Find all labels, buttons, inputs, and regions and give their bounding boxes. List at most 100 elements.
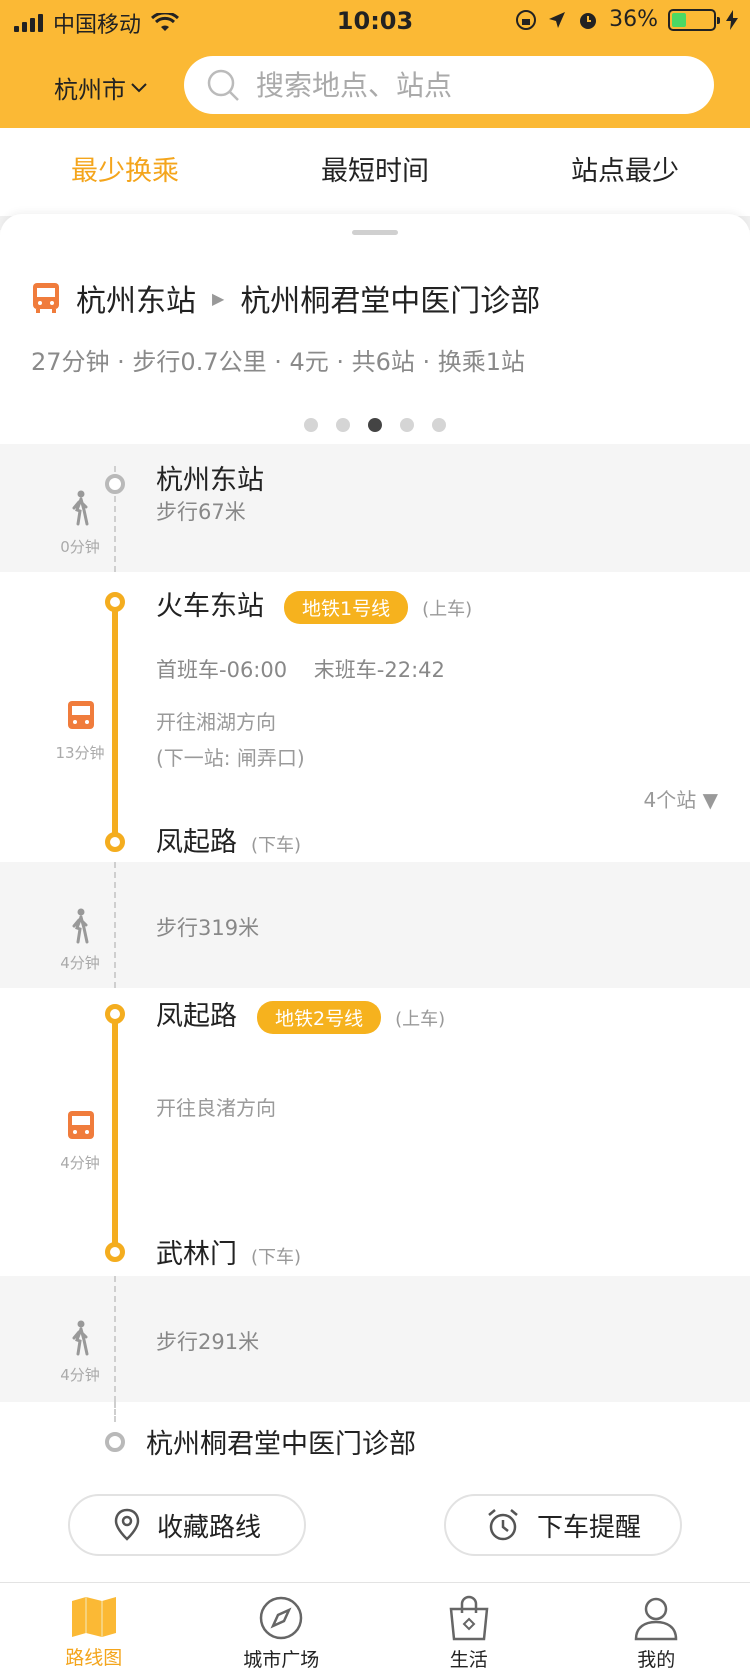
walk-distance: 步行67米 xyxy=(156,500,246,524)
board-note: (上车) xyxy=(395,1008,446,1030)
board-note: (上车) xyxy=(422,598,473,620)
bus-icon xyxy=(33,283,59,313)
nav-city-square[interactable]: 城市广场 xyxy=(188,1583,376,1680)
page-dot[interactable] xyxy=(400,418,414,432)
chevron-down-icon xyxy=(131,82,147,92)
walk-icon xyxy=(72,1320,89,1356)
metro-icon xyxy=(68,1111,94,1139)
alarm-icon xyxy=(580,12,597,29)
walk-icon xyxy=(72,908,89,944)
alight-note: (下车) xyxy=(251,1246,302,1268)
metro-segment-2: 凤起路 地铁2号线 (上车) 开往良渚方向 4分钟 武林门 (下车) xyxy=(0,988,750,1276)
metro-icon xyxy=(68,701,94,729)
line-badge[interactable]: 地铁1号线 xyxy=(284,591,409,624)
battery-level xyxy=(672,12,687,27)
stops-toggle[interactable]: 4个站 ▼ xyxy=(644,784,718,813)
location-arrow-icon xyxy=(549,11,566,28)
metro-segment-1: 火车东站 地铁1号线 (上车) 首班车-06:00 末班车-22:42 开往湘湖方向… xyxy=(0,572,750,862)
nav-route-map[interactable]: 路线图 xyxy=(0,1583,188,1680)
walk-time: 0分钟 xyxy=(60,538,100,556)
board-station: 凤起路 地铁2号线 (上车) xyxy=(156,994,445,1034)
start-station-name: 杭州东站 xyxy=(156,465,264,496)
walk-time: 4分钟 xyxy=(60,954,100,972)
alight-station-name: 凤起路 xyxy=(156,827,237,858)
walk-segment-1: 杭州东站 步行67米 0分钟 xyxy=(0,444,750,572)
page-dot[interactable] xyxy=(304,418,318,432)
battery-icon xyxy=(668,8,720,31)
nav-me[interactable]: 我的 xyxy=(563,1583,750,1680)
schedule: 首班车-06:00 末班车-22:42 xyxy=(156,658,445,682)
alight-reminder-button[interactable]: 下车提醒 xyxy=(444,1494,682,1556)
rotation-lock-icon xyxy=(516,9,537,30)
nav-label: 路线图 xyxy=(65,1647,123,1669)
walk-segment-3: 步行291米 4分钟 xyxy=(0,1276,750,1402)
walk-path-line xyxy=(114,1402,116,1422)
nav-label: 我的 xyxy=(637,1649,676,1671)
charging-icon xyxy=(726,9,738,30)
direction: 开往湘湖方向 xyxy=(156,710,276,734)
city-selector[interactable]: 杭州市 xyxy=(54,70,148,105)
board-station-name: 火车东站 xyxy=(156,591,264,622)
direction: 开往良渚方向 xyxy=(156,1096,276,1120)
board-station-name: 凤起路 xyxy=(156,1001,237,1032)
page-dot[interactable] xyxy=(336,418,350,432)
next-stop: (下一站: 闸弄口) xyxy=(156,746,305,770)
shopping-bag-icon xyxy=(449,1595,489,1641)
metro-line-path xyxy=(112,1012,118,1252)
nav-life[interactable]: 生活 xyxy=(375,1583,563,1680)
alight-station: 凤起路 (下车) xyxy=(156,820,301,859)
save-route-button[interactable]: 收藏路线 xyxy=(68,1494,306,1556)
alarm-clock-icon xyxy=(488,1509,518,1541)
location-pin-icon xyxy=(114,1508,140,1541)
arrow-right-icon: ▶ xyxy=(212,288,225,308)
search-bar[interactable] xyxy=(184,56,714,114)
walk-icon xyxy=(72,490,89,526)
drag-handle[interactable] xyxy=(352,230,398,235)
board-station: 火车东站 地铁1号线 (上车) xyxy=(156,584,472,624)
nav-label: 城市广场 xyxy=(243,1649,320,1671)
map-icon xyxy=(71,1597,116,1637)
route-from: 杭州东站 xyxy=(76,284,196,319)
page-dot[interactable] xyxy=(368,418,382,432)
station-node xyxy=(105,474,125,494)
walk-distance: 步行291米 xyxy=(156,1330,260,1354)
destination-node xyxy=(105,1432,125,1452)
walk-time: 4分钟 xyxy=(60,1366,100,1384)
alight-node xyxy=(105,832,125,852)
alight-note: (下车) xyxy=(251,834,302,856)
sort-tabs: 最少换乘 最短时间 站点最少 xyxy=(0,128,750,216)
board-node xyxy=(105,1004,125,1024)
alight-reminder-label: 下车提醒 xyxy=(536,1512,641,1543)
tab-fewest-stops[interactable]: 站点最少 xyxy=(500,128,750,216)
metro-time: 13分钟 xyxy=(55,744,105,762)
search-icon xyxy=(207,69,239,101)
board-node xyxy=(105,592,125,612)
page-dot[interactable] xyxy=(432,418,446,432)
status-right: 36% xyxy=(515,7,738,32)
destination-name: 杭州桐君堂中医门诊部 xyxy=(146,1429,416,1460)
save-route-label: 收藏路线 xyxy=(156,1512,261,1543)
alight-node xyxy=(105,1242,125,1262)
route-page-indicator[interactable] xyxy=(0,418,750,432)
route-title: 杭州东站 ▶ 杭州桐君堂中医门诊部 xyxy=(32,276,540,320)
tab-shortest-time[interactable]: 最短时间 xyxy=(250,128,500,216)
route-summary: 27分钟 · 步行0.7公里 · 4元 · 共6站 · 换乘1站 xyxy=(31,348,526,376)
metro-time: 4分钟 xyxy=(60,1154,100,1172)
city-name: 杭州市 xyxy=(54,76,126,104)
status-bar: 中国移动 10:03 36% xyxy=(0,0,750,42)
bottom-navigation: 路线图 城市广场 生活 我的 xyxy=(0,1582,750,1680)
metro-line-path xyxy=(112,600,118,842)
destination-row: 杭州桐君堂中医门诊部 xyxy=(0,1402,750,1482)
route-to: 杭州桐君堂中医门诊部 xyxy=(240,284,541,319)
search-input[interactable] xyxy=(256,68,696,102)
app-header: 中国移动 10:03 36% 杭州市 搜索地点、站点 xyxy=(0,0,750,128)
alight-station-name: 武林门 xyxy=(156,1239,237,1270)
line-badge[interactable]: 地铁2号线 xyxy=(257,1001,382,1034)
compass-icon xyxy=(260,1596,303,1640)
alight-station: 武林门 (下车) xyxy=(156,1232,301,1271)
battery-percent: 36% xyxy=(609,7,658,32)
nav-label: 生活 xyxy=(449,1649,488,1671)
walk-segment-2: 步行319米 4分钟 xyxy=(0,862,750,988)
walk-distance: 步行319米 xyxy=(156,916,260,940)
tab-fewest-transfers[interactable]: 最少换乘 xyxy=(0,128,250,216)
